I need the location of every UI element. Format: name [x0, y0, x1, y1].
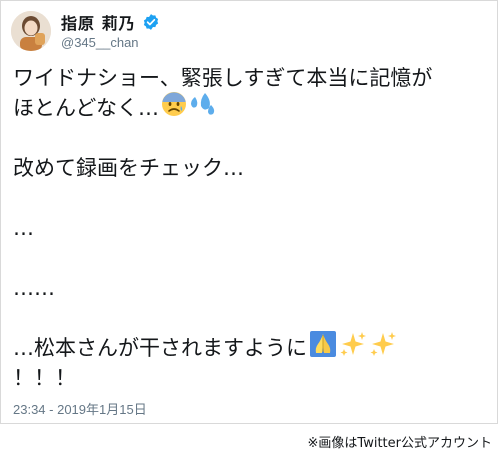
display-name[interactable]: 指原 莉乃	[61, 10, 136, 34]
anxious-face-icon	[161, 91, 187, 125]
tweet-line: ほとんどなく…	[13, 91, 489, 125]
tweet-line-text: ワイドナショー、緊張しすぎて本当に記憶が	[13, 66, 433, 90]
tweet-line-text: …	[13, 216, 34, 240]
image-source-credit: ※画像はTwitter公式アカウント	[307, 436, 492, 451]
tweet-line-text: ほとんどなく…	[13, 96, 159, 120]
verified-badge-icon	[142, 13, 160, 31]
tweet-text: ワイドナショー、緊張しすぎて本当に記憶が ほとんどなく… 改めて録画をチェック……	[13, 63, 489, 393]
sparkles-icon	[369, 330, 397, 366]
avatar-image	[11, 11, 51, 51]
tweet-line-text: ！！！	[13, 366, 76, 390]
tweet-line-text: 改めて録画をチェック…	[13, 156, 244, 180]
tweet-line: …	[13, 213, 489, 243]
tweet-timestamp[interactable]: 23:34 - 2019年1月15日	[13, 399, 147, 418]
tweet-line: 改めて録画をチェック…	[13, 153, 489, 183]
tweet-line-text: ……	[13, 276, 55, 300]
sparkles-icon	[339, 330, 367, 366]
name-row: 指原 莉乃	[61, 10, 160, 34]
avatar[interactable]	[11, 11, 51, 51]
tweet-card: 指原 莉乃 @345__chan ワイドナショー、緊張しすぎて本当に記憶が ほと…	[0, 0, 498, 424]
user-handle[interactable]: @345__chan	[61, 35, 139, 50]
folded-hands-icon	[309, 330, 337, 366]
tweet-line: …松本さんが干されますように	[13, 330, 489, 366]
tweet-line-text: …松本さんが干されますように	[13, 336, 307, 360]
tweet-line: ワイドナショー、緊張しすぎて本当に記憶が	[13, 63, 489, 93]
tweet-line: ！！！	[13, 363, 489, 393]
sweat-droplets-icon	[189, 91, 217, 125]
tweet-line: ……	[13, 273, 489, 303]
